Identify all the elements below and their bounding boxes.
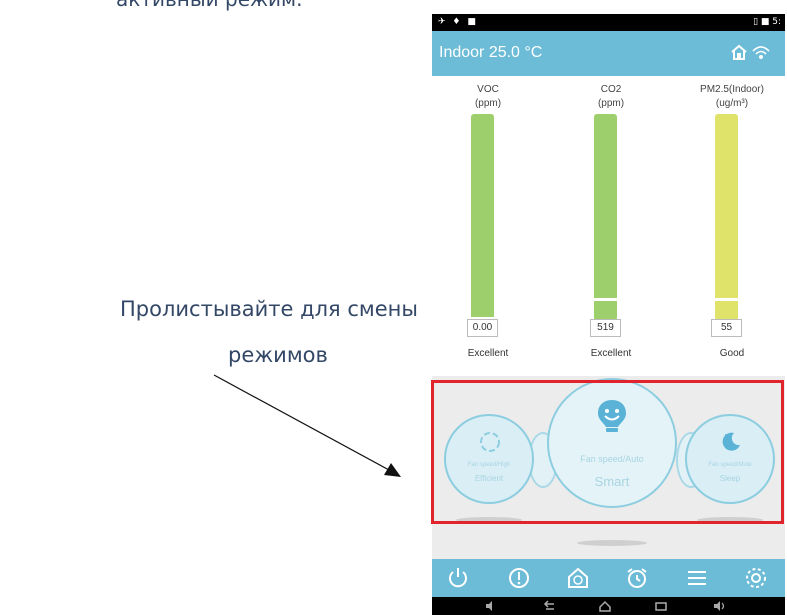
bottom-toolbar <box>432 559 785 597</box>
mode-carousel-highlight-box <box>431 380 784 524</box>
gauge-unit: (ppm) <box>474 98 502 109</box>
gauge-value: 55 <box>711 319 742 337</box>
callout-line-1: Пролистывайте для смены <box>120 297 418 321</box>
home-nav-icon[interactable] <box>598 600 612 612</box>
gauge-label: CO2 <box>600 84 622 95</box>
gauge-value: 0.00 <box>467 319 498 337</box>
status-icons-right: ▯ ■ 5: <box>753 17 781 27</box>
gauge-unit: (ppm) <box>597 98 625 109</box>
gauge-voc: VOC (ppm) 0.00 Excellent <box>443 76 533 376</box>
gauge-pm25: PM2.5(Indoor) (ug/m³) 55 Good <box>687 76 777 376</box>
wifi-icon[interactable] <box>752 43 770 65</box>
alert-icon[interactable] <box>507 566 531 590</box>
indoor-temperature-title: Indoor 25.0 °C <box>439 44 543 61</box>
gauge-rating: Excellent <box>467 348 509 359</box>
gauge-label: VOC <box>477 84 499 95</box>
gauge-rating: Good <box>719 348 745 359</box>
settings-icon[interactable] <box>744 566 768 590</box>
android-nav-bar <box>432 597 785 615</box>
status-bar: ✈ ♦ ■ ▯ ■ 5: <box>432 14 785 31</box>
gauge-level-marker <box>715 298 738 301</box>
callout-line-2: режимов <box>228 343 328 367</box>
gauge-label: PM2.5(Indoor) <box>700 84 764 95</box>
gauge-co2: CO2 (ppm) 519 Excellent <box>566 76 656 376</box>
gauge-level-marker <box>594 298 617 301</box>
app-header: Indoor 25.0 °C <box>432 31 785 76</box>
volume-up-icon[interactable] <box>712 600 726 612</box>
page-caption-top-partial: активный режим. <box>116 0 302 11</box>
alarm-clock-icon[interactable] <box>625 566 649 590</box>
recents-icon[interactable] <box>654 600 668 612</box>
back-icon[interactable] <box>542 600 556 612</box>
menu-icon[interactable] <box>685 566 709 590</box>
home-fan-icon[interactable] <box>566 566 590 590</box>
volume-down-icon[interactable] <box>484 600 498 612</box>
air-quality-gauges: VOC (ppm) 0.00 Excellent CO2 (ppm) 519 E… <box>432 76 785 391</box>
tablet-screen: ✈ ♦ ■ ▯ ■ 5: Indoor 25.0 °C VOC (ppm) 0.… <box>432 14 785 615</box>
status-icons-left: ✈ ♦ ■ <box>438 17 478 27</box>
gauge-bar <box>471 114 494 321</box>
home-icon[interactable] <box>730 43 748 65</box>
gauge-bar <box>715 114 738 321</box>
power-icon[interactable] <box>446 566 470 590</box>
mode-shadow <box>577 540 647 546</box>
gauge-bar <box>594 114 617 321</box>
gauge-rating: Excellent <box>590 348 632 359</box>
gauge-value: 519 <box>590 319 621 337</box>
gauge-unit: (ug/m³) <box>715 98 749 109</box>
